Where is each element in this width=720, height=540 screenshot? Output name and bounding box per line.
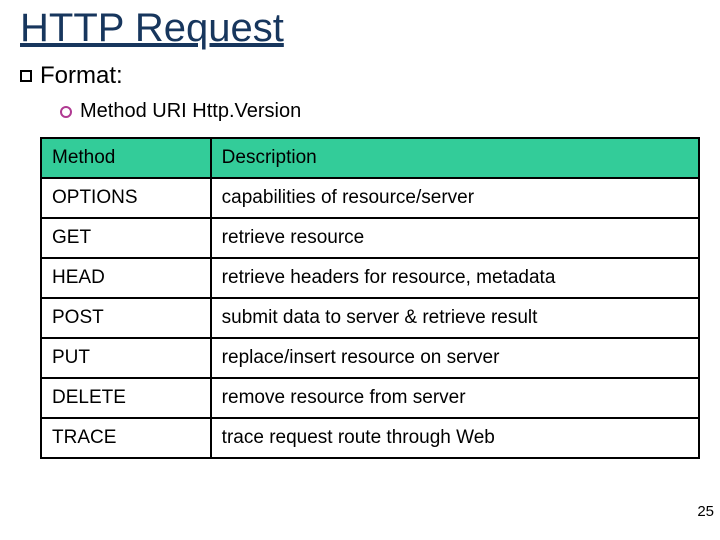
table-row: OPTIONS capabilities of resource/server <box>41 178 699 218</box>
circle-bullet-icon <box>60 106 72 118</box>
cell-description: replace/insert resource on server <box>211 338 699 378</box>
cell-description: retrieve resource <box>211 218 699 258</box>
cell-description: submit data to server & retrieve result <box>211 298 699 338</box>
sub-bullet-text: Method URI Http.Version <box>80 100 301 123</box>
col-header-description: Description <box>211 138 699 178</box>
col-header-method: Method <box>41 138 211 178</box>
cell-method: HEAD <box>41 258 211 298</box>
methods-table: Method Description OPTIONS capabilities … <box>40 137 700 459</box>
page-title: HTTP Request <box>20 6 700 50</box>
table-row: POST submit data to server & retrieve re… <box>41 298 699 338</box>
table-row: TRACE trace request route through Web <box>41 418 699 458</box>
table-header-row: Method Description <box>41 138 699 178</box>
bullet-text: Format: <box>40 62 123 90</box>
bullet-row: Format: <box>20 62 700 90</box>
cell-description: remove resource from server <box>211 378 699 418</box>
table-row: HEAD retrieve headers for resource, meta… <box>41 258 699 298</box>
cell-method: GET <box>41 218 211 258</box>
slide: HTTP Request Format: Method URI Http.Ver… <box>0 0 720 540</box>
cell-method: DELETE <box>41 378 211 418</box>
sub-bullet-row: Method URI Http.Version <box>60 100 700 123</box>
cell-method: TRACE <box>41 418 211 458</box>
cell-method: POST <box>41 298 211 338</box>
square-bullet-icon <box>20 70 32 82</box>
cell-method: PUT <box>41 338 211 378</box>
table-row: PUT replace/insert resource on server <box>41 338 699 378</box>
table-row: GET retrieve resource <box>41 218 699 258</box>
cell-description: capabilities of resource/server <box>211 178 699 218</box>
cell-description: retrieve headers for resource, metadata <box>211 258 699 298</box>
cell-method: OPTIONS <box>41 178 211 218</box>
page-number: 25 <box>697 503 714 520</box>
table-row: DELETE remove resource from server <box>41 378 699 418</box>
cell-description: trace request route through Web <box>211 418 699 458</box>
